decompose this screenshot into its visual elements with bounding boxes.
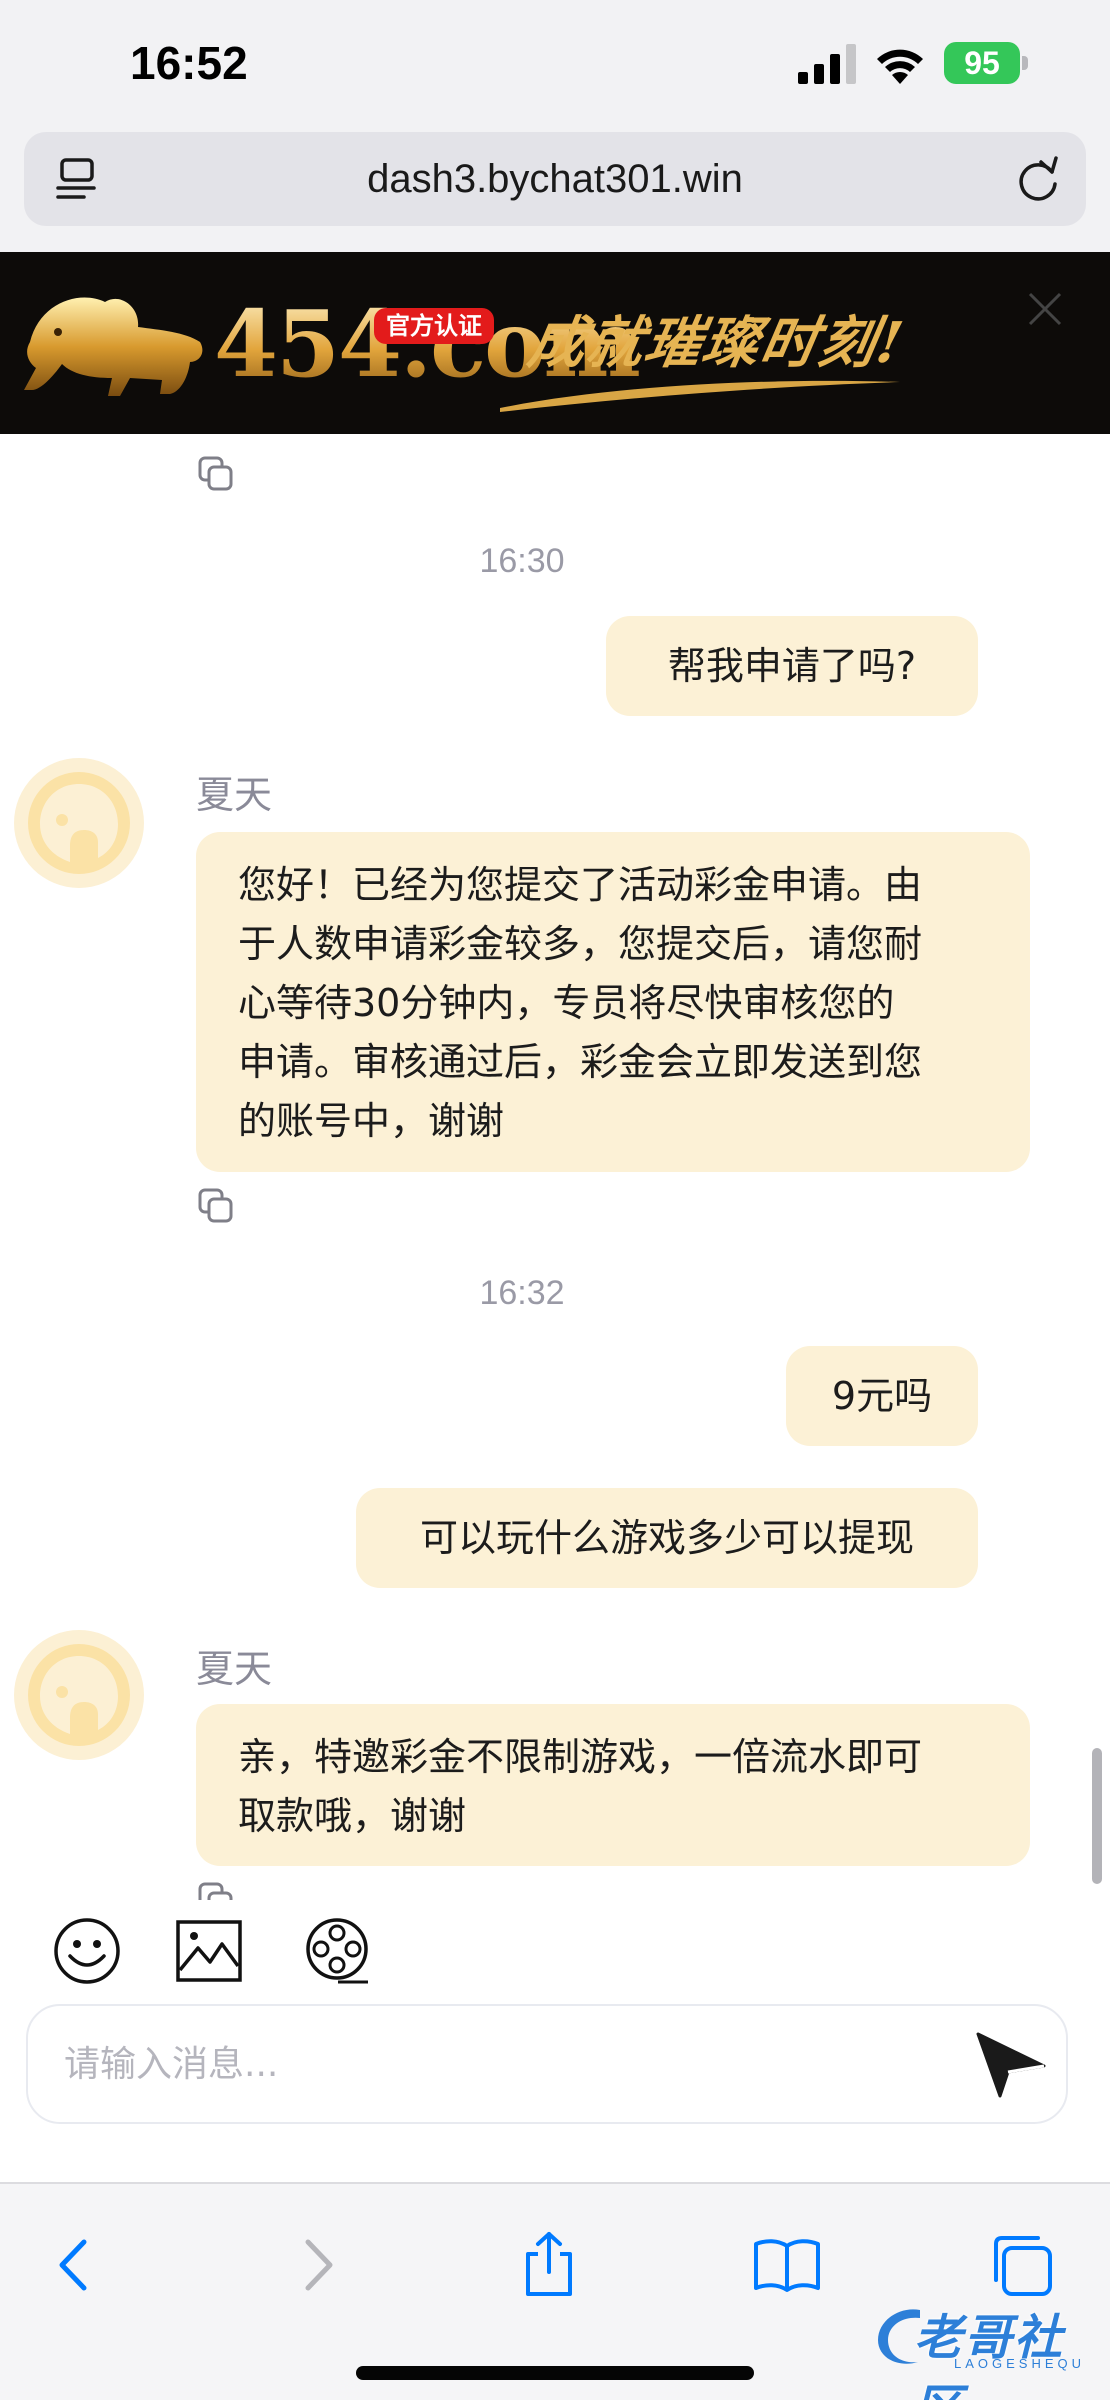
banner-slogan: 成就璀璨时刻! <box>523 310 910 376</box>
battery-level: 95 <box>964 45 1000 81</box>
message-line: 的账号中，谢谢 <box>238 1099 505 1143</box>
banner-swoosh <box>500 380 900 412</box>
message-timestamp: 16:30 <box>479 542 565 580</box>
emoji-icon[interactable] <box>52 1916 122 1986</box>
status-bar: 16:52 95 <box>0 0 1110 130</box>
image-icon[interactable] <box>174 1916 244 1986</box>
chat-message-list[interactable]: 16:30 帮我申请了吗? 夏天 您好！已经为您提交了活动彩金申请。由 于人数申… <box>0 434 1110 1900</box>
scrollbar[interactable] <box>1092 1748 1102 1884</box>
share-icon[interactable] <box>514 2230 584 2300</box>
message-text: 9元吗 <box>831 1373 933 1418</box>
avatar[interactable] <box>14 758 144 888</box>
copy-icon[interactable] <box>196 1880 236 1900</box>
bookmarks-icon[interactable] <box>752 2230 822 2300</box>
close-icon[interactable] <box>1022 286 1068 332</box>
watermark-text: 老哥社区 <box>914 2310 1065 2400</box>
sent-message[interactable]: 帮我申请了吗? <box>606 616 978 716</box>
composer-tools <box>0 1900 1110 2000</box>
elephant-avatar-icon <box>28 1644 130 1746</box>
message-timestamp: 16:32 <box>479 1274 565 1312</box>
copy-icon[interactable] <box>196 1186 236 1226</box>
sender-name: 夏天 <box>196 773 273 817</box>
sent-message[interactable]: 9元吗 <box>786 1346 978 1446</box>
verified-badge: 官方认证 <box>374 308 494 344</box>
send-icon[interactable] <box>974 2030 1048 2098</box>
tabs-icon[interactable] <box>986 2230 1056 2300</box>
video-icon[interactable] <box>302 1916 372 1986</box>
received-message[interactable]: 您好！已经为您提交了活动彩金申请。由 于人数申请彩金较多，您提交后，请您耐 心等… <box>196 832 1030 1172</box>
status-time: 16:52 <box>130 37 248 89</box>
message-line: 申请。审核通过后，彩金会立即发送到您 <box>238 1040 923 1084</box>
message-input[interactable] <box>64 2006 944 2122</box>
forward-icon[interactable] <box>282 2230 352 2300</box>
avatar[interactable] <box>14 1630 144 1760</box>
wifi-icon <box>877 49 923 84</box>
message-line: 您好！已经为您提交了活动彩金申请。由 <box>238 863 923 907</box>
back-icon[interactable] <box>40 2230 110 2300</box>
cellular-signal-icon <box>798 44 856 84</box>
battery-icon: 95 <box>944 42 1028 84</box>
lion-logo-icon <box>24 297 203 396</box>
reload-icon[interactable] <box>1014 154 1062 204</box>
url-text[interactable]: dash3.bychat301.win <box>24 132 1086 226</box>
message-line: 亲，特邀彩金不限制游戏，一倍流水即可 <box>238 1735 923 1779</box>
received-message[interactable]: 亲，特邀彩金不限制游戏，一倍流水即可 取款哦，谢谢 <box>196 1704 1030 1866</box>
elephant-avatar-icon <box>28 772 130 874</box>
home-indicator[interactable] <box>356 2366 754 2380</box>
message-line: 于人数申请彩金较多，您提交后，请您耐 <box>238 922 923 966</box>
message-line: 取款哦，谢谢 <box>238 1794 467 1838</box>
address-bar[interactable]: dash3.bychat301.win <box>24 132 1086 226</box>
browser-address-area: dash3.bychat301.win <box>0 130 1110 252</box>
message-text: 可以玩什么游戏多少可以提现 <box>419 1515 914 1560</box>
sender-name: 夏天 <box>196 1647 273 1691</box>
community-watermark: 老哥社区 LAOGESHEQU <box>870 2296 1110 2400</box>
watermark-subtext: LAOGESHEQU <box>954 2356 1086 2371</box>
copy-icon[interactable] <box>196 454 236 494</box>
message-text: 帮我申请了吗? <box>667 643 917 688</box>
ad-banner[interactable]: 454.com 官方认证 成就璀璨时刻! <box>0 252 1110 434</box>
message-line: 心等待30分钟内，专员将尽快审核您的 <box>238 981 895 1025</box>
message-composer[interactable] <box>26 2004 1068 2124</box>
sent-message[interactable]: 可以玩什么游戏多少可以提现 <box>356 1488 978 1588</box>
